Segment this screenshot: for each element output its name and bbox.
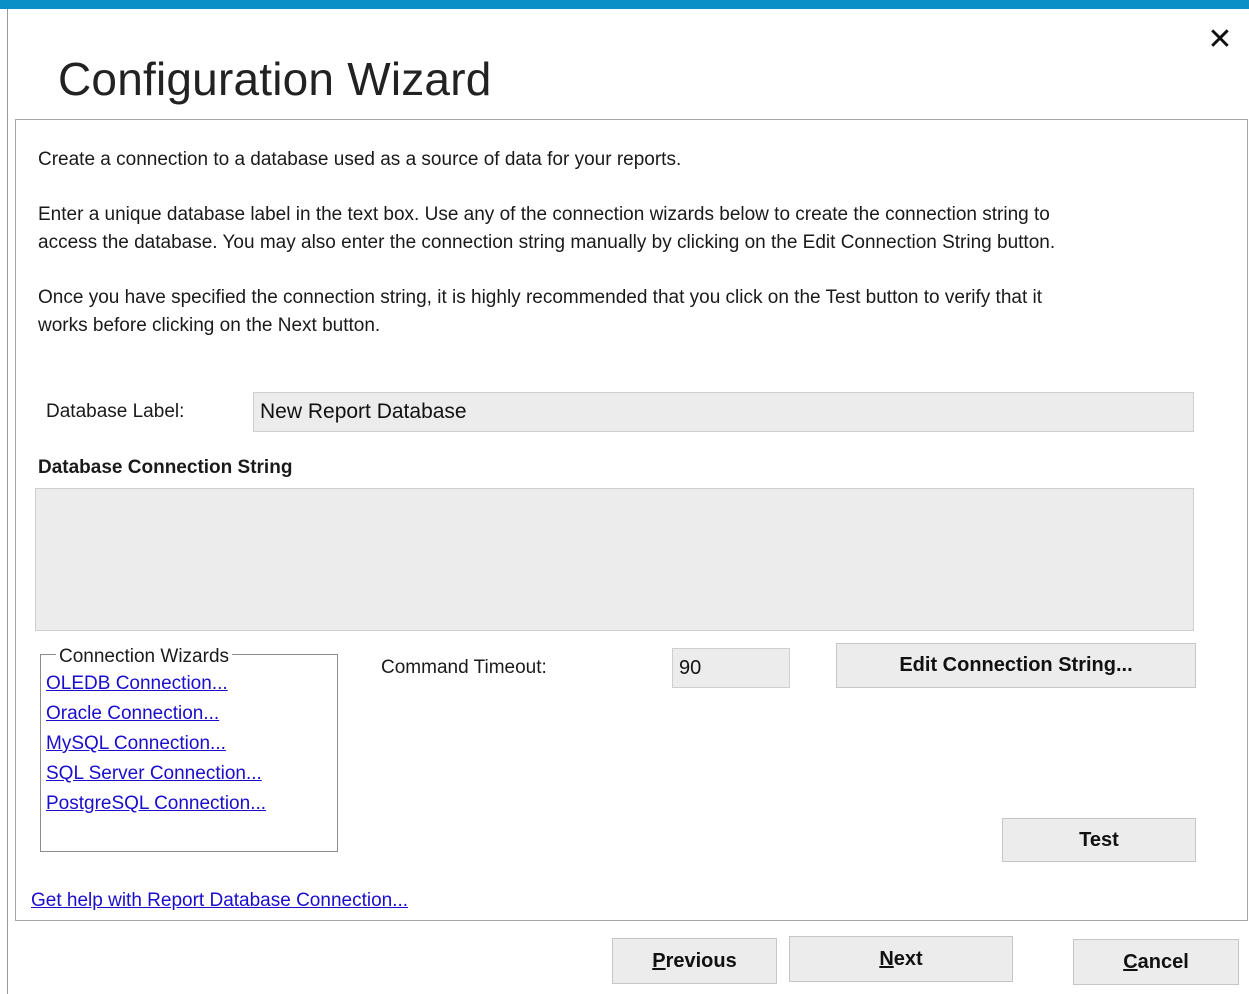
dialog-title: Configuration Wizard: [58, 53, 492, 105]
edit-connection-string-button[interactable]: Edit Connection String...: [836, 643, 1196, 688]
cancel-label: ancel: [1137, 951, 1189, 973]
intro-paragraph-2-line-2: access the database. You may also enter …: [38, 232, 1056, 253]
test-button-label: Test: [1079, 829, 1119, 851]
intro-paragraph-2-line-1: Enter a unique database label in the tex…: [38, 204, 1050, 225]
edit-connection-string-label: Edit Connection String...: [899, 654, 1133, 676]
database-label-caption: Database Label:: [46, 401, 185, 422]
sql-server-connection-link[interactable]: SQL Server Connection...: [46, 763, 262, 785]
oracle-connection-link[interactable]: Oracle Connection...: [46, 703, 219, 725]
cancel-button[interactable]: Cancel: [1073, 939, 1239, 985]
previous-accel: P: [652, 950, 666, 972]
intro-paragraph-3-line-2: works before clicking on the Next button…: [38, 315, 381, 336]
cancel-accel: C: [1123, 951, 1138, 973]
mysql-connection-link[interactable]: MySQL Connection...: [46, 733, 226, 755]
command-timeout-input[interactable]: 90: [672, 648, 790, 688]
intro-paragraph-1: Create a connection to a database used a…: [38, 149, 682, 170]
close-button[interactable]: ✕: [1200, 20, 1240, 60]
connection-string-heading: Database Connection String: [38, 457, 293, 478]
previous-button[interactable]: Previous: [612, 938, 777, 984]
previous-label: revious: [665, 950, 737, 972]
next-button[interactable]: Next: [789, 936, 1013, 982]
title-accent-bar: [0, 0, 1249, 9]
next-accel: N: [879, 948, 894, 970]
connection-string-textarea[interactable]: [35, 488, 1194, 631]
database-label-input[interactable]: New Report Database: [253, 392, 1194, 432]
connection-wizards-legend: Connection Wizards: [56, 646, 233, 668]
test-button[interactable]: Test: [1002, 818, 1196, 862]
close-icon: ✕: [1207, 23, 1233, 56]
help-link[interactable]: Get help with Report Database Connection…: [31, 890, 408, 912]
command-timeout-caption: Command Timeout:: [381, 657, 547, 678]
postgresql-connection-link[interactable]: PostgreSQL Connection...: [46, 793, 266, 815]
command-timeout-value: 90: [679, 657, 702, 679]
intro-paragraph-3-line-1: Once you have specified the connection s…: [38, 287, 1043, 308]
next-label: ext: [893, 948, 923, 970]
database-label-value: New Report Database: [260, 400, 467, 423]
oledb-connection-link[interactable]: OLEDB Connection...: [46, 673, 228, 695]
